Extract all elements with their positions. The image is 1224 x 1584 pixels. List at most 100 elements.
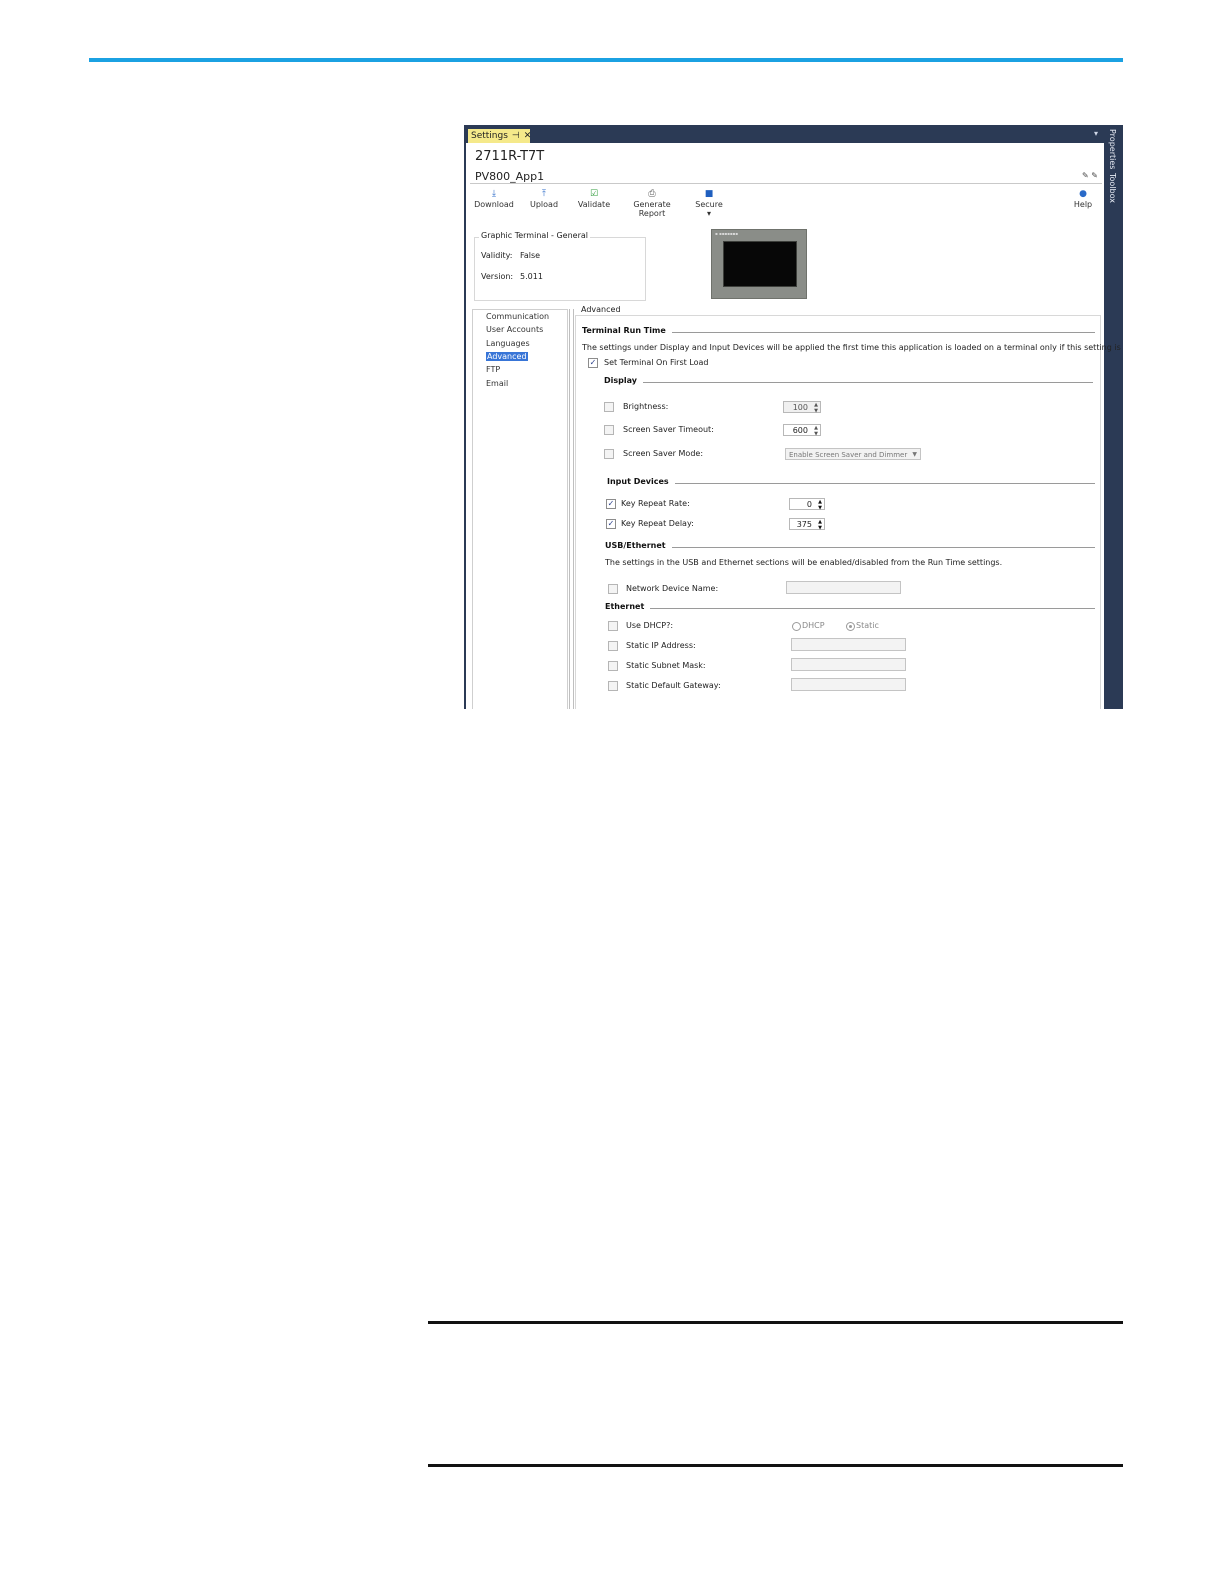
use-dhcp-label: Use DHCP?: <box>626 621 674 630</box>
network-device-name-field[interactable] <box>786 581 901 594</box>
upload-icon: ⤒ <box>542 189 546 199</box>
use-dhcp-checkbox[interactable] <box>608 621 618 631</box>
spinner-arrows-icon[interactable]: ▲ ▼ <box>814 402 818 414</box>
terminal-device-image: ▪ ▪▪▪▪▪▪▪ <box>711 229 807 299</box>
key-repeat-rate-value: 0 <box>806 500 812 509</box>
nav-item-advanced[interactable]: Advanced <box>486 352 528 361</box>
secure-label: Secure ▾ <box>695 200 723 218</box>
spinner-arrows-icon[interactable]: ▲ ▼ <box>818 519 822 531</box>
screensaver-timeout-checkbox[interactable] <box>604 425 614 435</box>
advanced-group-title: Advanced <box>579 305 623 314</box>
document-tab-bar: Settings ⊣ ✕ ▾ <box>464 125 1104 143</box>
section-divider <box>631 382 1093 383</box>
screensaver-mode-checkbox[interactable] <box>604 449 614 459</box>
nav-item-communication[interactable]: Communication <box>486 312 549 321</box>
general-group-title: Graphic Terminal - General <box>479 231 591 240</box>
key-repeat-rate-checkbox[interactable]: ✓ <box>606 499 616 509</box>
nav-item-ftp[interactable]: FTP <box>486 365 500 374</box>
lock-icon: ■ <box>704 189 714 199</box>
settings-content: 2711R-T7T PV800_App1 ✎ ✎ ⤓ Download ⤒ Up… <box>466 143 1123 709</box>
upload-label: Upload <box>529 200 559 209</box>
static-gateway-field[interactable] <box>791 678 906 691</box>
edit-icon[interactable]: ✎ ✎ <box>1082 171 1098 180</box>
validity-value: False <box>520 251 541 260</box>
close-icon[interactable]: ✕ <box>524 131 532 141</box>
terminal-run-time-note: The settings under Display and Input Dev… <box>582 343 1123 352</box>
key-repeat-delay-label: Key Repeat Delay: <box>621 519 694 528</box>
static-ip-field[interactable] <box>791 638 906 651</box>
network-device-name-label: Network Device Name: <box>626 584 719 593</box>
help-button[interactable]: ● Help <box>1070 189 1096 209</box>
key-repeat-rate-label: Key Repeat Rate: <box>621 499 690 508</box>
ethernet-heading: Ethernet <box>605 602 651 611</box>
upload-button[interactable]: ⤒ Upload <box>528 189 560 209</box>
secure-button[interactable]: ■ Secure ▾ <box>692 189 726 218</box>
screensaver-mode-select[interactable]: Enable Screen Saver and Dimmer ▼ <box>785 448 921 460</box>
header-divider <box>470 183 1102 184</box>
static-gateway-checkbox[interactable] <box>608 681 618 691</box>
static-subnet-field[interactable] <box>791 658 906 671</box>
general-info-group <box>474 237 646 301</box>
validate-button[interactable]: ☑ Validate <box>576 189 612 209</box>
brightness-spinner[interactable]: 100 ▲ ▼ <box>783 401 821 414</box>
dhcp-radio[interactable] <box>792 622 801 631</box>
terminal-run-time-heading: Terminal Run Time <box>582 326 672 335</box>
chevron-down-icon[interactable]: ▾ <box>1094 129 1098 138</box>
spinner-arrows-icon[interactable]: ▲ ▼ <box>818 499 822 511</box>
screensaver-timeout-label: Screen Saver Timeout: <box>623 425 714 434</box>
brightness-value: 100 <box>792 403 808 412</box>
brightness-checkbox[interactable] <box>604 402 614 412</box>
application-name[interactable]: PV800_App1 <box>475 170 544 183</box>
side-panel-tabs: Properties Toolbox <box>1104 125 1123 709</box>
tab-toolbox[interactable]: Toolbox <box>1108 173 1117 203</box>
static-subnet-checkbox[interactable] <box>608 661 618 671</box>
screensaver-timeout-value: 600 <box>792 426 808 435</box>
key-repeat-delay-value: 375 <box>796 520 812 529</box>
pin-icon[interactable]: ⊣ <box>512 131 520 141</box>
set-terminal-checkbox[interactable]: ✓ <box>588 358 598 368</box>
page-rule-upper <box>428 1321 1123 1324</box>
download-label: Download <box>474 200 514 209</box>
key-repeat-delay-spinner[interactable]: 375 ▲ ▼ <box>789 518 825 531</box>
section-divider <box>656 332 1095 333</box>
device-brand-mark: ▪ ▪▪▪▪▪▪▪ <box>715 231 738 236</box>
terminal-model-title: 2711R-T7T <box>475 149 545 164</box>
panel-splitter[interactable] <box>569 309 574 709</box>
dhcp-radio-label: DHCP <box>802 621 825 630</box>
chevron-down-icon: ▼ <box>912 451 917 458</box>
device-screen <box>723 241 797 287</box>
static-ip-checkbox[interactable] <box>608 641 618 651</box>
brightness-label: Brightness: <box>623 402 669 411</box>
nav-item-languages[interactable]: Languages <box>486 339 530 348</box>
screensaver-mode-label: Screen Saver Mode: <box>623 449 704 458</box>
nav-item-email[interactable]: Email <box>486 379 508 388</box>
static-radio[interactable] <box>846 622 855 631</box>
version-label: Version: <box>481 272 514 281</box>
validity-label: Validity: <box>481 251 513 260</box>
page-rule-lower <box>428 1464 1123 1467</box>
spinner-arrows-icon[interactable]: ▲ ▼ <box>814 425 818 437</box>
nav-item-user-accounts[interactable]: User Accounts <box>486 325 543 334</box>
tab-properties[interactable]: Properties <box>1108 129 1117 169</box>
settings-window: Settings ⊣ ✕ ▾ Properties Toolbox 2711R-T7… <box>464 125 1123 709</box>
help-icon: ● <box>1079 189 1087 199</box>
key-repeat-delay-checkbox[interactable]: ✓ <box>606 519 616 529</box>
section-divider <box>662 547 1095 548</box>
static-ip-label: Static IP Address: <box>626 641 696 650</box>
printer-icon: ⎙ <box>648 189 656 199</box>
input-devices-heading: Input Devices <box>607 477 675 486</box>
tab-settings[interactable]: Settings ⊣ ✕ <box>468 129 532 143</box>
network-device-name-checkbox[interactable] <box>608 584 618 594</box>
download-icon: ⤓ <box>492 189 496 199</box>
key-repeat-rate-spinner[interactable]: 0 ▲ ▼ <box>789 498 825 511</box>
download-button[interactable]: ⤓ Download <box>474 189 514 209</box>
screensaver-timeout-spinner[interactable]: 600 ▲ ▼ <box>783 424 821 437</box>
generate-report-button[interactable]: ⎙ Generate Report <box>620 189 684 218</box>
usb-ethernet-note: The settings in the USB and Ethernet sec… <box>605 558 1003 567</box>
version-value: 5.011 <box>520 272 543 281</box>
help-label: Help <box>1073 200 1093 209</box>
validate-label: Validate <box>577 200 611 209</box>
tab-settings-label: Settings <box>471 131 508 141</box>
static-gateway-label: Static Default Gateway: <box>626 681 721 690</box>
display-heading: Display <box>604 376 643 385</box>
